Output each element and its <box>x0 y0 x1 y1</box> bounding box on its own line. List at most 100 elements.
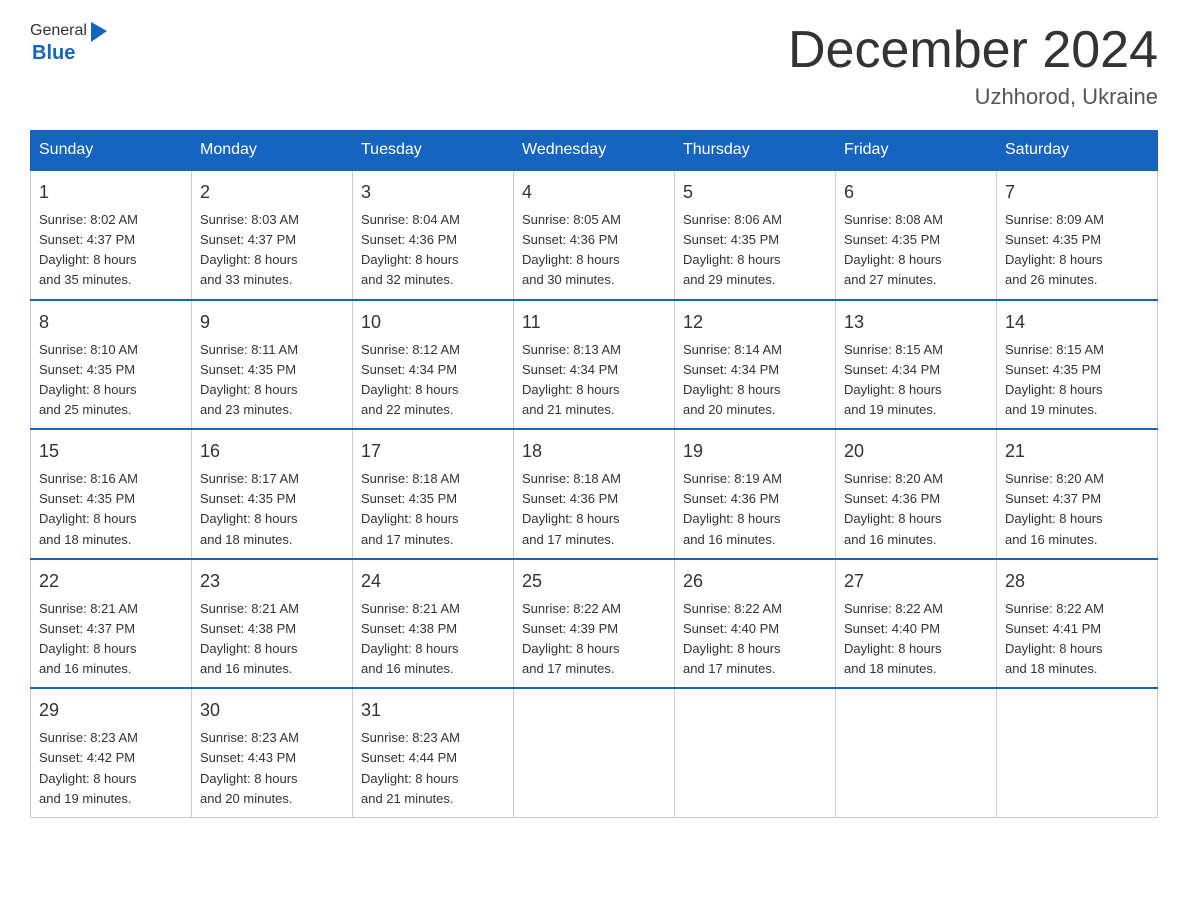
day-number: 29 <box>39 697 183 724</box>
day-number: 6 <box>844 179 988 206</box>
table-row: 9 Sunrise: 8:11 AMSunset: 4:35 PMDaylight… <box>192 300 353 430</box>
table-row: 18Sunrise: 8:18 AMSunset: 4:36 PMDayligh… <box>514 429 675 559</box>
table-row: 27 Sunrise: 8:22 AMSunset: 4:40 PMDayligh… <box>836 559 997 689</box>
location-subtitle: Uzhhorod, Ukraine <box>788 84 1158 110</box>
day-number: 5 <box>683 179 827 206</box>
calendar-week-row: 8 Sunrise: 8:10 AMSunset: 4:35 PMDaylight… <box>31 300 1158 430</box>
day-number: 9 <box>200 309 344 336</box>
day-number: 28 <box>1005 568 1149 595</box>
table-row: 22Sunrise: 8:21 AMSunset: 4:37 PMDayligh… <box>31 559 192 689</box>
day-info: Sunrise: 8:20 AMSunset: 4:37 PMDaylight:… <box>1005 471 1104 546</box>
table-row: 3 Sunrise: 8:04 AMSunset: 4:36 PMDaylight… <box>353 170 514 300</box>
month-title: December 2024 <box>788 20 1158 80</box>
day-number: 30 <box>200 697 344 724</box>
table-row <box>514 688 675 817</box>
day-info: Sunrise: 8:13 AMSunset: 4:34 PMDaylight:… <box>522 342 621 417</box>
table-row: 28 Sunrise: 8:22 AMSunset: 4:41 PMDayligh… <box>997 559 1158 689</box>
day-number: 21 <box>1005 438 1149 465</box>
day-info: Sunrise: 8:22 AMSunset: 4:41 PMDaylight:… <box>1005 601 1104 676</box>
day-number: 25 <box>522 568 666 595</box>
table-row: 16Sunrise: 8:17 AMSunset: 4:35 PMDayligh… <box>192 429 353 559</box>
day-number: 19 <box>683 438 827 465</box>
table-row: 11Sunrise: 8:13 AMSunset: 4:34 PMDayligh… <box>514 300 675 430</box>
day-number: 24 <box>361 568 505 595</box>
table-row: 19 Sunrise: 8:19 AMSunset: 4:36 PMDayligh… <box>675 429 836 559</box>
table-row <box>997 688 1158 817</box>
day-info: Sunrise: 8:04 AMSunset: 4:36 PMDaylight:… <box>361 212 460 287</box>
table-row: 26Sunrise: 8:22 AMSunset: 4:40 PMDayligh… <box>675 559 836 689</box>
table-row: 10 Sunrise: 8:12 AMSunset: 4:34 PMDayligh… <box>353 300 514 430</box>
day-number: 12 <box>683 309 827 336</box>
day-info: Sunrise: 8:15 AMSunset: 4:34 PMDaylight:… <box>844 342 943 417</box>
col-friday: Friday <box>836 131 997 171</box>
day-info: Sunrise: 8:17 AMSunset: 4:35 PMDaylight:… <box>200 471 299 546</box>
calendar-week-row: 1 Sunrise: 8:02 AMSunset: 4:37 PMDaylight… <box>31 170 1158 300</box>
table-row: 13 Sunrise: 8:15 AMSunset: 4:34 PMDayligh… <box>836 300 997 430</box>
calendar-week-row: 22Sunrise: 8:21 AMSunset: 4:37 PMDayligh… <box>31 559 1158 689</box>
day-number: 31 <box>361 697 505 724</box>
day-info: Sunrise: 8:22 AMSunset: 4:40 PMDaylight:… <box>844 601 943 676</box>
day-number: 13 <box>844 309 988 336</box>
day-number: 8 <box>39 309 183 336</box>
table-row: 8 Sunrise: 8:10 AMSunset: 4:35 PMDaylight… <box>31 300 192 430</box>
day-number: 15 <box>39 438 183 465</box>
table-row: 15 Sunrise: 8:16 AMSunset: 4:35 PMDayligh… <box>31 429 192 559</box>
table-row <box>836 688 997 817</box>
day-info: Sunrise: 8:02 AMSunset: 4:37 PMDaylight:… <box>39 212 138 287</box>
day-info: Sunrise: 8:21 AMSunset: 4:37 PMDaylight:… <box>39 601 138 676</box>
table-row <box>675 688 836 817</box>
page-header: General Blue December 2024 Uzhhorod, Ukr… <box>30 20 1158 110</box>
day-number: 4 <box>522 179 666 206</box>
day-info: Sunrise: 8:19 AMSunset: 4:36 PMDaylight:… <box>683 471 782 546</box>
table-row: 1 Sunrise: 8:02 AMSunset: 4:37 PMDaylight… <box>31 170 192 300</box>
col-monday: Monday <box>192 131 353 171</box>
day-info: Sunrise: 8:21 AMSunset: 4:38 PMDaylight:… <box>361 601 460 676</box>
title-section: December 2024 Uzhhorod, Ukraine <box>788 20 1158 110</box>
day-info: Sunrise: 8:12 AMSunset: 4:34 PMDaylight:… <box>361 342 460 417</box>
day-number: 1 <box>39 179 183 206</box>
day-info: Sunrise: 8:11 AMSunset: 4:35 PMDaylight:… <box>200 342 298 417</box>
calendar-week-row: 29 Sunrise: 8:23 AMSunset: 4:42 PMDayligh… <box>31 688 1158 817</box>
day-info: Sunrise: 8:05 AMSunset: 4:36 PMDaylight:… <box>522 212 621 287</box>
header-row: Sunday Monday Tuesday Wednesday Thursday… <box>31 131 1158 171</box>
table-row: 20 Sunrise: 8:20 AMSunset: 4:36 PMDayligh… <box>836 429 997 559</box>
day-info: Sunrise: 8:03 AMSunset: 4:37 PMDaylight:… <box>200 212 299 287</box>
logo: General Blue <box>30 20 107 65</box>
col-tuesday: Tuesday <box>353 131 514 171</box>
calendar-table: Sunday Monday Tuesday Wednesday Thursday… <box>30 130 1158 818</box>
table-row: 25Sunrise: 8:22 AMSunset: 4:39 PMDayligh… <box>514 559 675 689</box>
day-number: 3 <box>361 179 505 206</box>
table-row: 4 Sunrise: 8:05 AMSunset: 4:36 PMDaylight… <box>514 170 675 300</box>
day-info: Sunrise: 8:15 AMSunset: 4:35 PMDaylight:… <box>1005 342 1104 417</box>
table-row: 7Sunrise: 8:09 AMSunset: 4:35 PMDaylight… <box>997 170 1158 300</box>
day-info: Sunrise: 8:08 AMSunset: 4:35 PMDaylight:… <box>844 212 943 287</box>
table-row: 29 Sunrise: 8:23 AMSunset: 4:42 PMDayligh… <box>31 688 192 817</box>
calendar-week-row: 15 Sunrise: 8:16 AMSunset: 4:35 PMDayligh… <box>31 429 1158 559</box>
day-info: Sunrise: 8:22 AMSunset: 4:40 PMDaylight:… <box>683 601 782 676</box>
day-number: 20 <box>844 438 988 465</box>
day-info: Sunrise: 8:16 AMSunset: 4:35 PMDaylight:… <box>39 471 138 546</box>
logo-general-text: General <box>30 22 87 40</box>
day-number: 23 <box>200 568 344 595</box>
table-row: 17Sunrise: 8:18 AMSunset: 4:35 PMDayligh… <box>353 429 514 559</box>
table-row: 14Sunrise: 8:15 AMSunset: 4:35 PMDayligh… <box>997 300 1158 430</box>
day-info: Sunrise: 8:23 AMSunset: 4:44 PMDaylight:… <box>361 730 460 805</box>
day-number: 10 <box>361 309 505 336</box>
day-info: Sunrise: 8:21 AMSunset: 4:38 PMDaylight:… <box>200 601 299 676</box>
day-info: Sunrise: 8:23 AMSunset: 4:42 PMDaylight:… <box>39 730 138 805</box>
day-info: Sunrise: 8:10 AMSunset: 4:35 PMDaylight:… <box>39 342 138 417</box>
day-info: Sunrise: 8:20 AMSunset: 4:36 PMDaylight:… <box>844 471 943 546</box>
table-row: 12 Sunrise: 8:14 AMSunset: 4:34 PMDayligh… <box>675 300 836 430</box>
table-row: 6 Sunrise: 8:08 AMSunset: 4:35 PMDaylight… <box>836 170 997 300</box>
col-thursday: Thursday <box>675 131 836 171</box>
table-row: 5Sunrise: 8:06 AMSunset: 4:35 PMDaylight… <box>675 170 836 300</box>
day-info: Sunrise: 8:09 AMSunset: 4:35 PMDaylight:… <box>1005 212 1104 287</box>
logo-blue-text: Blue <box>32 42 75 65</box>
col-sunday: Sunday <box>31 131 192 171</box>
col-wednesday: Wednesday <box>514 131 675 171</box>
day-number: 27 <box>844 568 988 595</box>
day-number: 17 <box>361 438 505 465</box>
day-info: Sunrise: 8:14 AMSunset: 4:34 PMDaylight:… <box>683 342 782 417</box>
table-row: 30Sunrise: 8:23 AMSunset: 4:43 PMDayligh… <box>192 688 353 817</box>
day-number: 18 <box>522 438 666 465</box>
